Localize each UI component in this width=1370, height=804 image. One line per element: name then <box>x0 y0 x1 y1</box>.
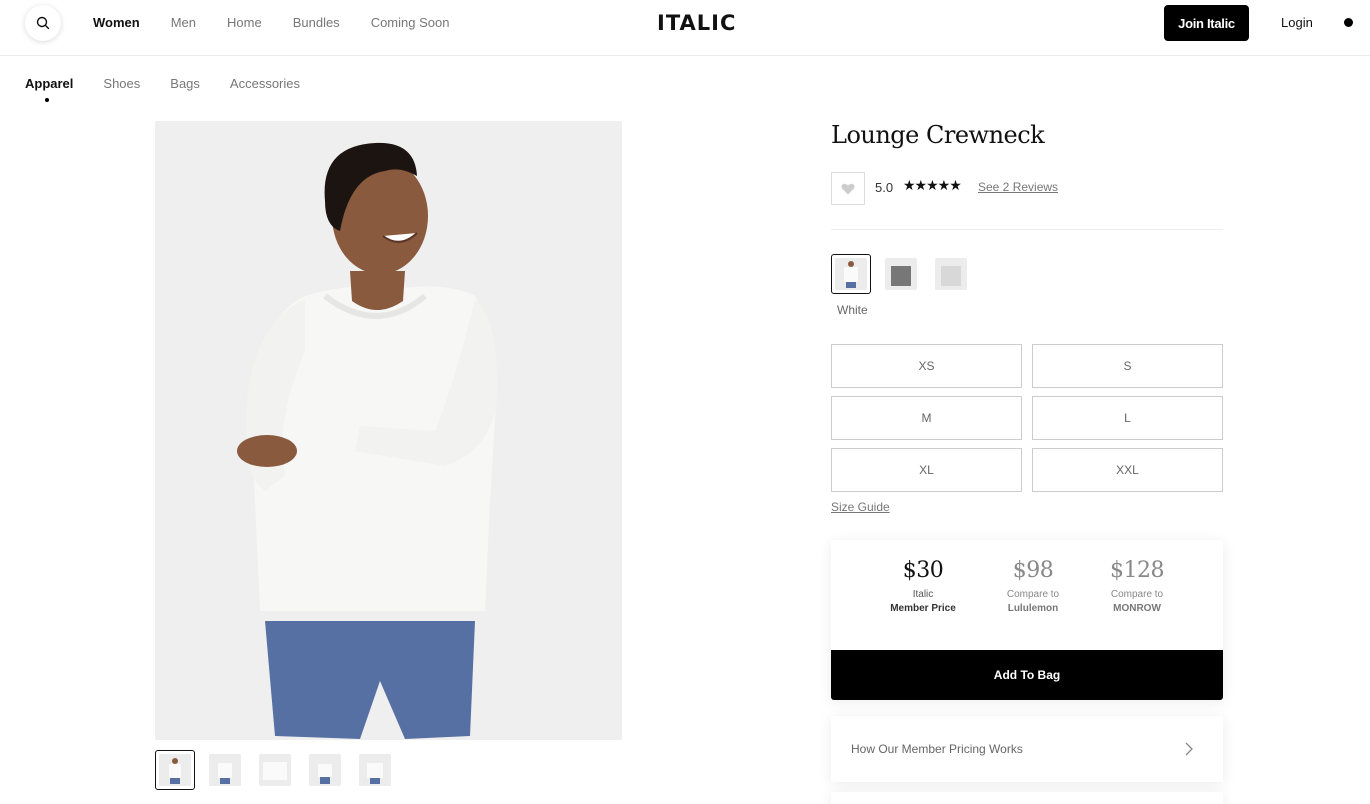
see-reviews-link[interactable]: See 2 Reviews <box>978 180 1058 194</box>
price-caption: Compare to <box>1006 589 1060 600</box>
add-to-bag-button[interactable]: Add To Bag <box>831 650 1223 700</box>
active-indicator-dot <box>45 98 49 102</box>
nav-men[interactable]: Men <box>171 15 196 30</box>
subnav-apparel[interactable]: Apparel <box>25 76 73 91</box>
subnav-accessories[interactable]: Accessories <box>230 76 300 91</box>
nav-women[interactable]: Women <box>93 15 140 30</box>
thumbnail[interactable] <box>355 750 395 790</box>
thumbnail-image-icon <box>259 754 291 786</box>
thumbnail-image-icon <box>159 754 191 786</box>
subnav-shoes[interactable]: Shoes <box>103 76 140 91</box>
join-italic-button[interactable]: Join Italic <box>1164 5 1249 41</box>
price-caption-strong: Member Price <box>890 603 956 614</box>
selected-color-label: White <box>837 303 868 317</box>
heart-icon <box>841 183 855 194</box>
size-m[interactable]: M <box>831 396 1022 440</box>
swatch-white[interactable] <box>831 254 871 294</box>
price-value: $98 <box>1012 558 1054 583</box>
swatch-light-gray[interactable] <box>931 254 971 294</box>
compare-price-monrow: $128 Compare to MONROW <box>1087 558 1187 614</box>
thumbnail-image-icon <box>209 754 241 786</box>
thumbnail-strip <box>155 750 405 790</box>
size-xs[interactable]: XS <box>831 344 1022 388</box>
size-l[interactable]: L <box>1032 396 1223 440</box>
main-nav: Women Men Home Bundles Coming Soon <box>93 15 480 30</box>
model-photo <box>155 121 622 740</box>
next-info-card[interactable] <box>831 792 1223 804</box>
product-hero-image[interactable] <box>155 121 622 740</box>
gray-sweater-swatch-icon <box>885 258 917 290</box>
price-caption-strong: Lululemon <box>1007 603 1059 614</box>
price-caption: Italic <box>912 589 934 600</box>
member-pricing-info-row[interactable]: How Our Member Pricing Works <box>831 716 1223 782</box>
thumbnail[interactable] <box>305 750 345 790</box>
size-grid: XS S M L XL XXL <box>831 344 1223 492</box>
chevron-right-icon <box>1185 742 1193 756</box>
thumbnail[interactable] <box>155 750 195 790</box>
top-header: Women Men Home Bundles Coming Soon ITALI… <box>0 0 1370 56</box>
member-price: $30 Italic Member Price <box>873 558 973 614</box>
thumbnail[interactable] <box>205 750 245 790</box>
thumbnail-image-icon <box>309 754 341 786</box>
nav-home[interactable]: Home <box>227 15 262 30</box>
wishlist-button[interactable] <box>831 172 865 205</box>
rating-value: 5.0 <box>875 180 894 195</box>
nav-coming-soon[interactable]: Coming Soon <box>371 15 450 30</box>
member-pricing-info-label: How Our Member Pricing Works <box>851 742 1023 756</box>
white-sweater-swatch-icon <box>835 258 867 290</box>
divider <box>831 229 1223 230</box>
thumbnail[interactable] <box>255 750 295 790</box>
color-swatches <box>831 254 981 294</box>
search-icon <box>36 16 50 30</box>
thumbnail-image-icon <box>359 754 391 786</box>
swatch-gray[interactable] <box>881 254 921 294</box>
price-caption-strong: MONROW <box>1113 603 1161 614</box>
price-card: $30 Italic Member Price $98 Compare to L… <box>831 540 1223 700</box>
search-button[interactable] <box>25 5 61 41</box>
italic-logo[interactable]: ITALIC <box>657 11 736 35</box>
size-xl[interactable]: XL <box>831 448 1022 492</box>
login-link[interactable]: Login <box>1281 15 1313 30</box>
nav-bundles[interactable]: Bundles <box>293 15 340 30</box>
price-value: $30 <box>902 558 944 583</box>
star-rating-icon: ★★★★★ <box>903 177 962 193</box>
size-s[interactable]: S <box>1032 344 1223 388</box>
subnav-bags[interactable]: Bags <box>170 76 200 91</box>
light-gray-sweater-swatch-icon <box>935 258 967 290</box>
product-title: Lounge Crewneck <box>831 121 1045 149</box>
size-xxl[interactable]: XXL <box>1032 448 1223 492</box>
price-value: $128 <box>1110 558 1165 583</box>
account-dot-icon[interactable] <box>1344 18 1353 27</box>
price-caption: Compare to <box>1110 589 1164 600</box>
compare-price-lululemon: $98 Compare to Lululemon <box>983 558 1083 614</box>
size-guide-link[interactable]: Size Guide <box>831 500 890 514</box>
category-subnav: Apparel Shoes Bags Accessories <box>25 76 330 91</box>
